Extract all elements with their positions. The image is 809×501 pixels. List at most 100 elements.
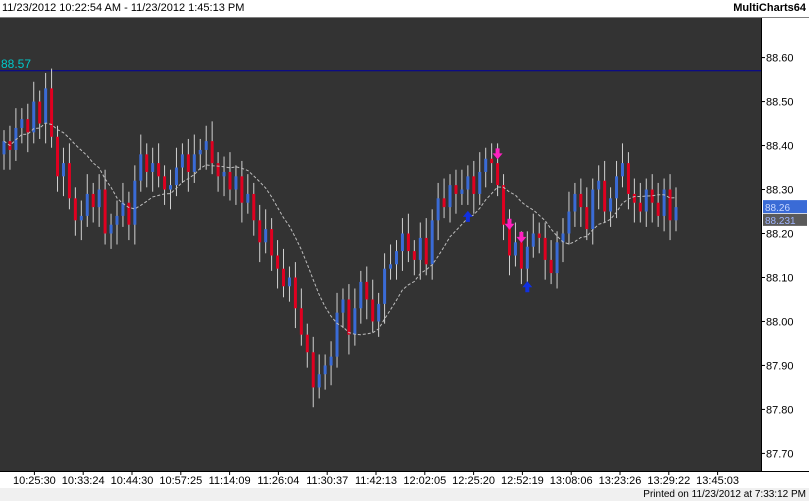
price-bar	[252, 193, 256, 221]
print-timestamp: Printed on 11/23/2012 at 7:33:12 PM	[643, 489, 806, 500]
price-bar	[371, 299, 375, 322]
price-bar	[163, 176, 167, 190]
price-bar	[454, 185, 458, 194]
price-bar	[305, 334, 309, 353]
price-bar	[61, 163, 65, 177]
price-bar	[246, 193, 250, 203]
time-tick-label: 13:23:26	[599, 475, 642, 487]
price-bar	[2, 141, 6, 155]
price-bar	[240, 176, 244, 203]
ma-price-label: 88.231	[765, 216, 796, 227]
price-bar	[543, 237, 547, 260]
price-bar	[216, 163, 220, 177]
price-bar	[20, 119, 24, 128]
price-bar	[478, 171, 482, 194]
title-bar: 11/23/2012 10:22:54 AM - 11/23/2012 1:45…	[0, 0, 809, 18]
price-bar	[282, 268, 286, 287]
price-bar	[287, 277, 291, 287]
price-bar	[234, 176, 238, 190]
price-bar	[412, 251, 416, 260]
price-bar	[531, 233, 535, 247]
price-bar	[38, 101, 42, 124]
price-bar	[103, 189, 107, 234]
price-bar	[115, 215, 119, 225]
price-bar	[620, 163, 624, 177]
price-tick-label: 87.70	[766, 448, 794, 460]
price-bar	[210, 141, 214, 164]
price-bar	[519, 242, 523, 269]
price-bar	[662, 189, 666, 216]
app-name: MultiCharts64	[733, 2, 806, 14]
price-bar	[258, 220, 262, 243]
price-tick-label: 88.30	[766, 185, 794, 197]
time-tick-label: 11:42:13	[355, 475, 397, 487]
price-bar	[341, 299, 345, 313]
price-bar	[585, 207, 589, 230]
price-bar	[436, 198, 440, 221]
price-bar	[466, 176, 470, 190]
plot-area	[0, 18, 761, 471]
price-bar	[513, 242, 517, 256]
price-tick-label: 88.10	[766, 272, 794, 284]
price-bar	[204, 141, 208, 150]
price-bar	[377, 303, 381, 322]
price-bar	[591, 189, 595, 230]
price-bar	[228, 171, 232, 190]
price-bar	[448, 185, 452, 208]
price-bar	[133, 180, 137, 225]
price-bar	[151, 163, 155, 172]
price-bar	[264, 229, 268, 243]
time-tick-label: 12:02:05	[403, 475, 446, 487]
price-bar	[44, 88, 48, 124]
price-bar	[406, 233, 410, 252]
price-bar	[525, 246, 529, 269]
time-tick-label: 13:45:03	[696, 475, 739, 487]
price-bar	[609, 198, 613, 212]
price-bar	[383, 268, 387, 304]
price-bar	[549, 259, 553, 274]
price-bar	[347, 299, 351, 335]
price-bar	[127, 202, 131, 225]
price-bar	[555, 242, 559, 274]
price-bar	[668, 189, 672, 221]
price-bar	[632, 193, 636, 203]
price-bar	[430, 220, 434, 265]
price-bar	[400, 233, 404, 252]
price-chart[interactable]: 88.60 88.50 88.40 88.30 88.20 88.10 88.00 87.90…	[0, 18, 809, 488]
price-bar	[638, 202, 642, 212]
price-bar	[311, 352, 315, 388]
price-bar	[198, 149, 202, 155]
price-bar	[67, 163, 71, 199]
price-bar	[180, 154, 184, 168]
price-bar	[389, 264, 393, 269]
price-bar	[145, 154, 149, 172]
price-bar	[329, 356, 333, 366]
price-bar	[56, 136, 60, 177]
price-bar	[394, 251, 398, 265]
price-bar	[91, 193, 95, 208]
price-bar	[365, 281, 369, 300]
time-tick-label: 10:44:30	[111, 475, 154, 487]
price-bar	[335, 312, 339, 357]
time-tick-label: 13:08:06	[550, 475, 593, 487]
price-bar	[139, 154, 143, 181]
price-bar	[490, 158, 494, 164]
price-tick-label: 88.00	[766, 316, 794, 328]
price-bar	[353, 308, 357, 335]
price-tick-label: 88.60	[766, 53, 794, 65]
price-bar	[496, 163, 500, 186]
last-price-label: 88.26	[765, 203, 790, 214]
time-tick-label: 13:29:22	[647, 475, 690, 487]
price-bar	[537, 233, 541, 238]
price-bar	[650, 189, 654, 203]
level-line-label: 88.57	[1, 57, 31, 71]
price-bar	[26, 119, 30, 133]
time-tick-label: 10:33:24	[62, 475, 105, 487]
price-tick-label: 87.80	[766, 404, 794, 416]
chart-date-range: 11/23/2012 10:22:54 AM - 11/23/2012 1:45…	[2, 2, 245, 14]
price-bar	[293, 277, 297, 309]
price-bar	[299, 308, 303, 335]
price-bar	[484, 158, 488, 172]
price-bar	[192, 154, 196, 172]
price-bar	[603, 180, 607, 212]
